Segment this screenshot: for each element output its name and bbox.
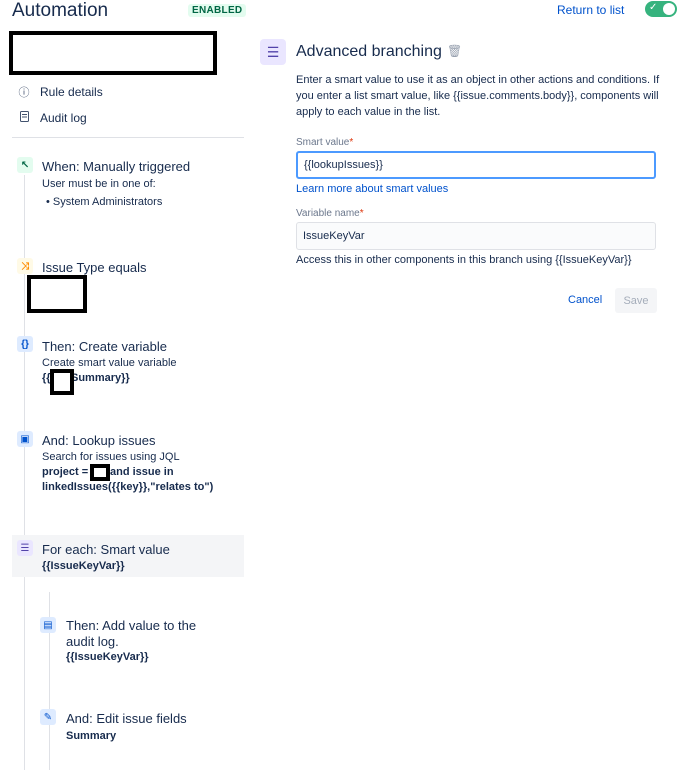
create-variable-suffix: Summary}} (71, 372, 130, 384)
toggle-knob (663, 3, 675, 15)
lookup-icon: ▣ (17, 431, 33, 447)
check-icon: ✓ (649, 2, 658, 13)
create-variable-sub: Create smart value variable (42, 357, 177, 369)
create-variable-step[interactable]: {} (17, 336, 33, 352)
pencil-icon: ✎ (40, 709, 56, 725)
smart-value-input[interactable]: {{lookupIssues}} (296, 151, 656, 179)
list-icon: ☰ (260, 39, 286, 65)
lookup-step[interactable]: ▣ (17, 431, 33, 447)
bullet-dot: • (46, 196, 53, 208)
status-badge: ENABLED (188, 4, 247, 17)
trigger-sub: User must be in one of: (42, 178, 156, 190)
smart-value-label: Smart value* (296, 137, 353, 148)
save-button[interactable]: Save (615, 288, 657, 313)
trigger-title[interactable]: When: Manually triggered (42, 159, 190, 174)
nav-rule-details-label: Rule details (40, 85, 103, 99)
trigger-bullet: • System Administrators (46, 196, 162, 208)
lookup-sub: Search for issues using JQL (42, 451, 180, 463)
smart-value-label-text: Smart value (296, 137, 350, 148)
nav-audit-log[interactable]: Audit log (18, 111, 87, 125)
lookup-jql-prefix: project = (42, 466, 89, 478)
lookup-jql-suffix: and issue in (110, 466, 174, 478)
audit-title-line1[interactable]: Then: Add value to the (66, 618, 196, 633)
info-icon: ⓘ (18, 87, 30, 99)
edit-value: Summary (66, 730, 117, 742)
trigger-bullet-text: System Administrators (52, 196, 163, 208)
panel-title: Advanced branching (296, 43, 442, 60)
trigger-step[interactable]: ↖ (17, 157, 33, 173)
audit-step[interactable]: ▤ (40, 617, 56, 633)
shuffle-icon: ⤨ (17, 258, 33, 274)
cancel-button[interactable]: Cancel (568, 294, 602, 306)
braces-icon: {} (17, 336, 33, 352)
redacted-variable-name (50, 369, 74, 395)
return-to-list-link[interactable]: Return to list (557, 3, 624, 17)
access-hint: Access this in other components in this … (296, 254, 632, 266)
panel-description: Enter a smart value to use it as an obje… (296, 74, 660, 118)
learn-more-link[interactable]: Learn more about smart values (296, 183, 448, 195)
redacted-rule-name (9, 31, 217, 75)
variable-name-label-text: Variable name (296, 208, 360, 219)
page-title: Automation (12, 0, 109, 21)
variable-name-input[interactable]: IssueKeyVar (296, 222, 656, 250)
required-marker: * (349, 137, 354, 148)
redacted-project-key (90, 464, 110, 481)
condition-title[interactable]: Issue Type equals (42, 260, 147, 275)
document-icon: ▤ (40, 617, 56, 633)
required-marker: * (359, 208, 364, 219)
cursor-icon: ↖ (17, 157, 33, 173)
rule-enabled-toggle[interactable]: ✓ (645, 1, 677, 17)
redacted-condition-value (27, 275, 87, 313)
variable-name-label: Variable name* (296, 208, 364, 219)
lookup-jql-line2: linkedIssues({{key}},"relates to") (42, 481, 214, 493)
document-icon (18, 111, 30, 125)
audit-value: {{IssueKeyVar}} (66, 651, 149, 663)
branch-value: {{IssueKeyVar}} (42, 560, 125, 572)
variable-name-text: IssueKeyVar (303, 230, 365, 242)
nav-audit-log-label: Audit log (40, 111, 87, 125)
nav-rule-details[interactable]: ⓘ Rule details (18, 84, 103, 100)
edit-step[interactable]: ✎ (40, 709, 56, 725)
branch-step[interactable]: ☰ (17, 540, 33, 556)
audit-title-line2[interactable]: audit log. (66, 634, 119, 649)
nav-divider (12, 137, 244, 138)
trash-icon[interactable]: 🗑 (447, 44, 462, 58)
smart-value-text: {{lookupIssues}} (304, 159, 383, 171)
create-variable-title[interactable]: Then: Create variable (42, 339, 167, 354)
branch-title[interactable]: For each: Smart value (42, 542, 170, 557)
lookup-title[interactable]: And: Lookup issues (42, 433, 155, 448)
condition-step[interactable]: ⤨ (17, 258, 33, 274)
edit-title[interactable]: And: Edit issue fields (66, 711, 187, 726)
list-icon: ☰ (17, 540, 33, 556)
